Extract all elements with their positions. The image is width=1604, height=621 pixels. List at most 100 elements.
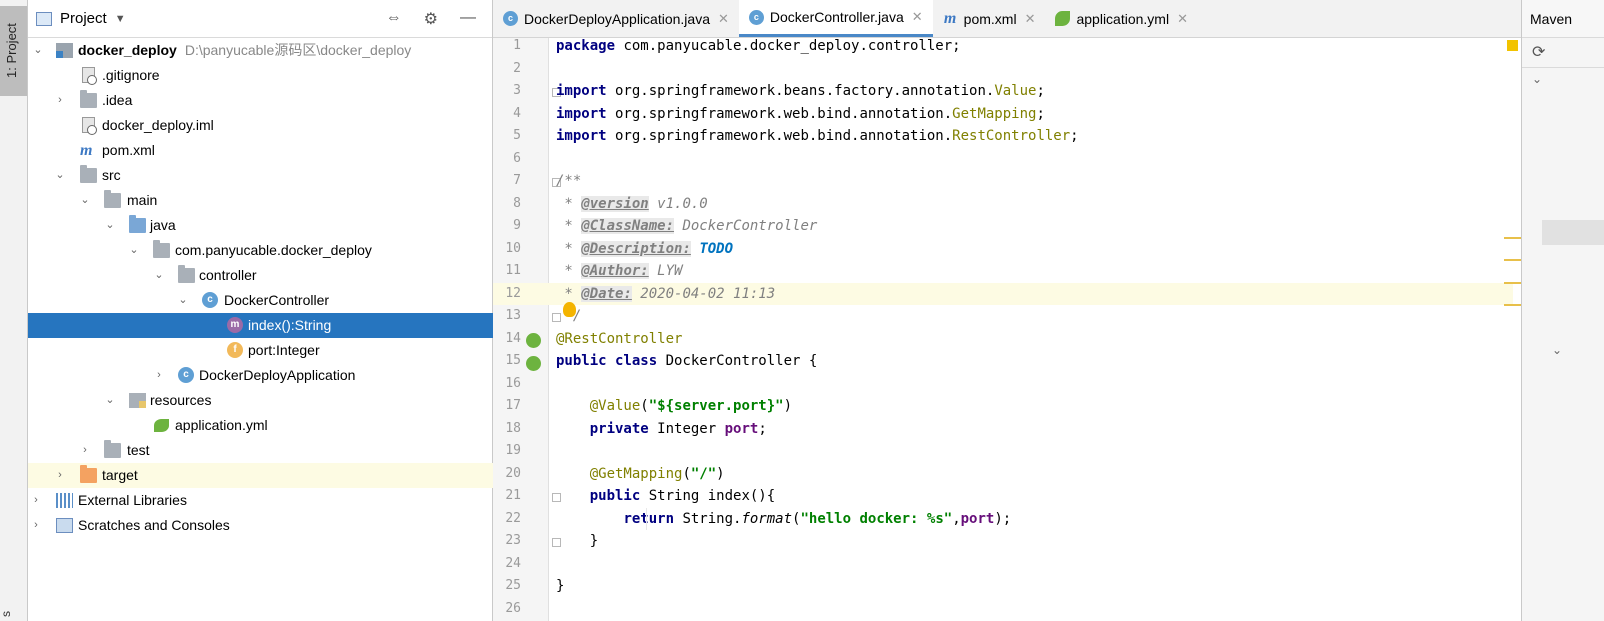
code-token: com.panyucable.docker_deploy.controller; [615,38,961,54]
spring-boot-class-icon: c [503,11,518,26]
warning-marker[interactable] [1504,282,1521,284]
spring-boot-class-icon: c [178,367,194,383]
structure-tab-label[interactable]: s [0,611,13,617]
project-panel-header: Project ▼ ⇔ ⚙ — [28,0,492,38]
chevron-down-icon[interactable]: ⌄ [177,288,189,313]
code-token: ) [716,465,725,482]
module-folder-icon [56,43,73,58]
chevron-right-icon[interactable]: › [79,438,91,463]
tree-row-external-libraries[interactable]: › External Libraries [28,488,493,513]
tree-row-docker-deploy[interactable]: ⌄ docker_deploy D:\panyucable源码区\docker_d… [28,38,493,63]
line-number-gutter[interactable]: 1 2 3 4 5 6 7 8 9 10 11 12 13 14 15 16 1… [493,38,561,621]
tab-pom[interactable]: m pom.xml ✕ [933,0,1046,37]
close-icon[interactable]: ✕ [912,9,923,25]
refresh-icon[interactable]: ⟳ [1522,38,1604,68]
tab-label: pom.xml [963,10,1017,27]
chevron-down-icon[interactable]: ⌄ [104,213,116,238]
code-token: ); [994,510,1012,527]
tree-row-dockercontroller[interactable]: ⌄ c DockerController [28,288,493,313]
tree-row-iml[interactable]: docker_deploy.iml [28,113,493,138]
project-tool-window-tab[interactable]: 1: Project [0,6,27,96]
code-line: * @Description: TODO [549,238,1513,261]
tree-label: index():String [248,317,332,333]
inspection-status-icon[interactable] [1507,40,1518,51]
maven-panel-title[interactable]: Maven [1522,0,1604,38]
chevron-down-icon[interactable]: ⌄ [153,263,165,288]
tree-label: src [102,167,121,183]
close-icon[interactable]: ✕ [1025,11,1036,27]
error-stripe[interactable] [1504,38,1521,621]
project-panel-title[interactable]: Project [60,10,107,27]
code-token: * [556,285,582,302]
minimize-icon[interactable]: — [460,9,476,29]
code-token: org.springframework.beans.factory.annota… [606,83,995,99]
tree-row-application-class[interactable]: › c DockerDeployApplication [28,363,493,388]
tree-row-main[interactable]: ⌄ main [28,188,493,213]
code-editor[interactable]: package com.panyucable.docker_deploy.con… [549,38,1513,621]
chevron-down-icon[interactable]: ▼ [115,13,126,25]
code-line: import org.springframework.web.bind.anno… [549,103,1513,126]
code-token: ( [640,398,649,414]
close-icon[interactable]: ✕ [1177,11,1188,27]
code-token: DockerController [674,218,818,234]
tree-row-gitignore[interactable]: .gitignore [28,63,493,88]
code-line: public String index(){ [549,485,1513,508]
tree-row-resources[interactable]: ⌄ resources [28,388,493,413]
line-number: 4 [513,105,521,121]
spring-bean-gutter-icon[interactable] [526,356,541,371]
tree-row-application-yml[interactable]: application.yml [28,413,493,438]
warning-marker[interactable] [1504,259,1521,261]
chevron-down-icon[interactable]: ⌄ [104,388,116,413]
code-token: @Author: [581,263,649,279]
tree-row-index-method[interactable]: m index():String [28,313,493,338]
tree-row-java[interactable]: ⌄ java [28,213,493,238]
code-token: TODO [699,240,734,257]
lightbulb-icon[interactable] [563,302,576,317]
tab-application-yml[interactable]: application.yml ✕ [1045,0,1198,37]
tree-row-scratches[interactable]: › Scratches and Consoles [28,513,493,538]
folder-icon [80,90,97,108]
tree-path: D:\panyucable源码区\docker_deploy [184,42,412,58]
chevron-down-icon[interactable]: ⌄ [79,188,91,213]
code-token: format [741,510,793,527]
tree-row-controller[interactable]: ⌄ controller [28,263,493,288]
tree-row-port-field[interactable]: f port:Integer [28,338,493,363]
maven-tree-selection [1542,220,1604,245]
tab-dockerdeployapplication[interactable]: c DockerDeployApplication.java ✕ [493,0,739,37]
chevron-down-icon[interactable]: ⌄ [1552,343,1562,357]
code-token: String. [674,510,742,527]
code-token: import [556,105,607,122]
chevron-down-icon[interactable]: ⌄ [54,163,66,188]
tree-row-test[interactable]: › test [28,438,493,463]
tree-row-pom[interactable]: m pom.xml [28,138,493,163]
spring-bean-gutter-icon[interactable] [526,333,541,348]
close-icon[interactable]: ✕ [718,11,729,27]
chevron-right-icon[interactable]: › [153,363,165,388]
line-number: 11 [505,263,521,278]
chevron-right-icon[interactable]: › [54,88,66,113]
tree-label: target [102,467,138,483]
tree-row-idea[interactable]: › .idea [28,88,493,113]
package-icon [153,240,170,258]
tree-row-target[interactable]: › target [28,463,493,488]
chevron-right-icon[interactable]: › [30,513,42,538]
tab-dockercontroller[interactable]: c DockerController.java ✕ [738,0,933,37]
collapse-all-icon[interactable]: ⇔ [386,9,402,29]
line-number: 19 [505,443,521,458]
class-icon: c [748,9,764,25]
chevron-down-icon[interactable]: ⌄ [1532,68,1604,90]
tree-row-package[interactable]: ⌄ com.panyucable.docker_deploy [28,238,493,263]
line-number: 9 [513,218,521,233]
chevron-right-icon[interactable]: › [30,488,42,513]
chevron-down-icon[interactable]: ⌄ [128,238,140,263]
chevron-down-icon[interactable]: ⌄ [32,38,44,63]
tree-row-src[interactable]: ⌄ src [28,163,493,188]
line-number: 22 [505,510,521,526]
code-line: } [549,575,1513,598]
warning-marker[interactable] [1504,304,1521,306]
chevron-right-icon[interactable]: › [54,463,66,488]
tree-label: .gitignore [102,67,160,83]
code-token: * [556,218,582,234]
warning-marker[interactable] [1504,237,1521,239]
gear-icon[interactable]: ⚙ [424,9,438,29]
